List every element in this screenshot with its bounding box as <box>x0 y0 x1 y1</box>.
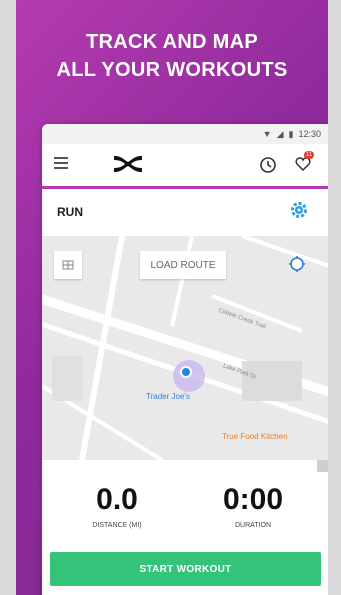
app-bar: 11 <box>42 144 328 189</box>
distance-stat: 0.0 DISTANCE (MI) <box>72 483 162 530</box>
route-map[interactable]: LOAD ROUTE Cobble Creek Trail Lake Park … <box>42 236 328 460</box>
wifi-icon: ▼ <box>262 129 272 139</box>
headline-line-1: TRACK AND MAP <box>85 31 259 53</box>
promo-banner: TRACK AND MAP ALL YOUR WORKOUTS ▼ ◢ ▮ 12… <box>16 0 328 595</box>
poi-label[interactable]: Trader Joe's <box>146 392 190 401</box>
map-layers-button[interactable] <box>54 251 82 279</box>
battery-icon: ▮ <box>288 128 294 139</box>
distance-value: 0.0 <box>96 483 138 516</box>
headline: TRACK AND MAP ALL YOUR WORKOUTS <box>16 28 328 84</box>
headline-line-2: ALL YOUR WORKOUTS <box>56 59 288 81</box>
phone-screen: ▼ ◢ ▮ 12:30 11 RUN LOAD ROUTE Cobble Cre… <box>42 124 328 595</box>
load-route-button[interactable]: LOAD ROUTE <box>140 251 226 279</box>
duration-label: DURATION <box>234 522 272 529</box>
duration-value: 0:00 <box>222 483 284 516</box>
poi-label[interactable]: True Food Kitchen <box>222 432 288 441</box>
distance-label: DISTANCE (MI) <box>92 522 142 529</box>
start-workout-button[interactable]: START WORKOUT <box>50 552 321 586</box>
status-bar: ▼ ◢ ▮ 12:30 <box>42 124 328 144</box>
menu-icon[interactable] <box>54 157 68 169</box>
activity-label[interactable]: RUN <box>57 205 83 219</box>
workout-stats: 0.0 DISTANCE (MI) 0:00 DURATION <box>42 460 328 550</box>
corner-fold <box>317 460 328 472</box>
duration-stat: 0:00 DURATION <box>208 483 298 530</box>
gear-icon[interactable] <box>290 201 308 224</box>
signal-icon: ◢ <box>276 128 284 139</box>
under-armour-logo <box>110 154 146 179</box>
activity-row[interactable]: RUN <box>42 189 328 234</box>
status-time: 12:30 <box>298 129 321 139</box>
locate-icon[interactable] <box>288 255 306 278</box>
clock-icon[interactable] <box>259 156 277 179</box>
notification-badge: 11 <box>304 151 315 159</box>
